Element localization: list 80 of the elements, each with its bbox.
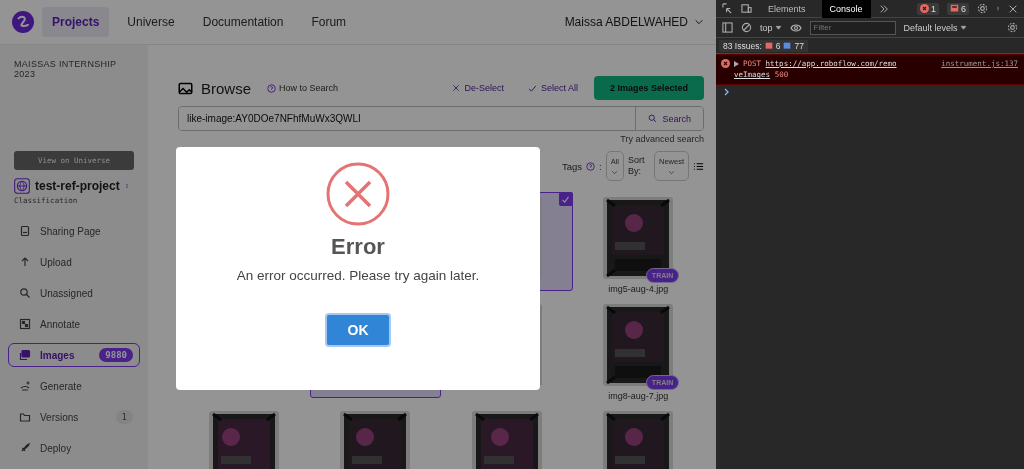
sidebar-icon [722, 22, 733, 33]
search-icon [648, 114, 658, 123]
globe-icon [14, 178, 30, 194]
close-icon [1008, 3, 1018, 14]
context-selector[interactable]: top [760, 22, 782, 33]
filter-field[interactable]: Filter [809, 20, 896, 35]
ok-button[interactable]: OK [325, 313, 391, 347]
image-icon [178, 80, 193, 96]
close-icon [452, 84, 461, 92]
nav-tab[interactable]: Documentation [192, 7, 294, 37]
chevron-down-icon [668, 168, 675, 176]
nav-tab[interactable]: Projects [42, 7, 110, 37]
kebab-menu-icon [124, 181, 129, 191]
nav-tab[interactable]: Forum [301, 7, 357, 37]
deselect-button[interactable]: De-Select [444, 79, 512, 97]
help-icon [586, 161, 595, 171]
warning-count[interactable]: 6 [947, 2, 969, 15]
devtools-tab[interactable]: Console [821, 0, 871, 18]
settings-icon [1007, 22, 1018, 33]
block-icon [741, 22, 752, 33]
user-name[interactable]: Maissa ABDELWAHED [564, 15, 688, 29]
chevrons-right-icon [878, 3, 889, 14]
chevron-down-icon [611, 168, 619, 176]
help-icon [267, 83, 277, 93]
selected-count-button[interactable]: 2 Images Selected [593, 76, 704, 100]
dialog-title: Error [331, 234, 385, 260]
file-name: img8-aug-7.jpg [608, 391, 669, 401]
images-icon [19, 349, 31, 361]
sidebar-item[interactable]: Deploy [8, 436, 140, 460]
colon-label: : [599, 160, 602, 172]
list-icon [693, 160, 704, 172]
expand-arrow-icon[interactable] [734, 60, 739, 67]
item-count: 1 [115, 410, 133, 424]
error-count[interactable]: 1 [916, 2, 939, 15]
search-bar[interactable]: like-image:AY0DOe7NFhfMuWx3QWLI Search [178, 106, 704, 131]
sidebar-item[interactable]: Upload [8, 250, 140, 274]
item-count: 9880 [99, 348, 133, 362]
sidebar-item[interactable]: Images 9880 [8, 343, 140, 367]
issues-counter[interactable]: 83 Issues: 6 77 [719, 39, 808, 52]
sort-label: Sort By: [628, 155, 646, 177]
message-icon [764, 41, 773, 50]
levels-dropdown[interactable]: Default levels [903, 22, 967, 33]
page-title: Browse [201, 79, 252, 97]
search-icon [19, 287, 31, 299]
logo-icon[interactable] [12, 11, 34, 33]
error-icon [326, 162, 390, 226]
arrow-up-icon [19, 256, 31, 268]
project-name: test-ref-project [35, 179, 120, 193]
eye-icon [789, 21, 802, 34]
caret-down-icon [959, 24, 967, 31]
caret-down-icon [774, 24, 782, 31]
settings-icon [977, 3, 988, 14]
tags-label: Tags [561, 160, 582, 172]
workspace-name: MAISSAS INTERNSHIP 2023 [13, 59, 118, 79]
prompt-chevron-icon[interactable] [724, 87, 730, 96]
nav-tab[interactable]: Universe [117, 7, 185, 37]
sidebar-item[interactable]: Sharing Page [8, 219, 140, 243]
select-all-button[interactable]: Select All [519, 79, 586, 97]
search-button[interactable]: Search [635, 107, 703, 130]
document-icon [19, 225, 31, 237]
device-icon [741, 3, 752, 14]
file-name: img5-aug-4.jpg [608, 284, 669, 294]
error-icon [919, 4, 929, 13]
folder-icon [19, 411, 31, 423]
inspect-icon [722, 3, 733, 14]
message-icon [950, 4, 959, 13]
grid-icon [19, 318, 31, 330]
devtools-tab[interactable]: Elements [760, 0, 814, 18]
sidebar-item[interactable]: Annotate [8, 312, 140, 336]
sidebar-item[interactable]: Versions 1 [8, 405, 140, 429]
error-icon [721, 59, 730, 68]
dialog-message: An error occurred. Please try again later. [236, 268, 480, 283]
how-to-search-link[interactable]: How to Search [267, 83, 339, 93]
chevron-down-icon [694, 17, 704, 27]
message-icon [783, 41, 792, 50]
sidebar-item[interactable]: Unassigned [8, 281, 140, 305]
check-icon [527, 83, 537, 93]
advanced-search-link[interactable]: Try advanced search [620, 134, 704, 144]
rocket-icon [19, 442, 31, 454]
sidebar-item[interactable]: Generate [8, 374, 140, 398]
